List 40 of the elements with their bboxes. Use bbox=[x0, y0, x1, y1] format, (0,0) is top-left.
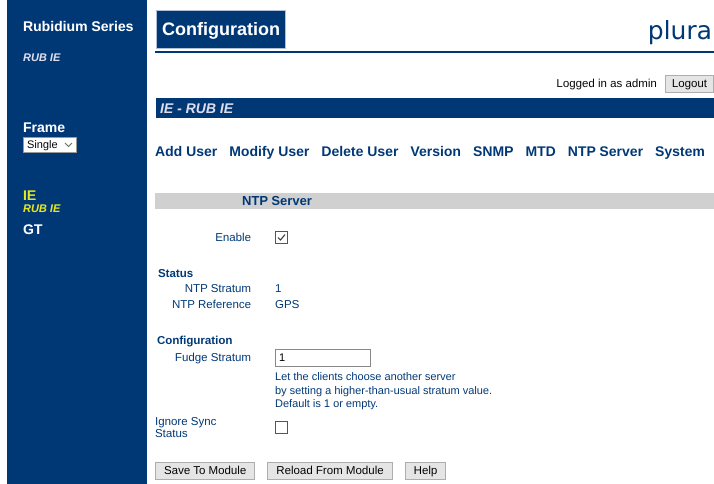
action-button[interactable]: Help bbox=[404, 462, 446, 480]
help-text: by setting a higher-than-usual stratum value. bbox=[275, 384, 492, 398]
nav-link[interactable]: System bbox=[655, 143, 705, 159]
configuration-heading: Configuration bbox=[157, 335, 234, 347]
module-subtitle: RUB IE bbox=[23, 203, 62, 215]
field-label: Enable bbox=[215, 232, 251, 244]
fudge-stratum-field[interactable]: 1 bbox=[275, 349, 371, 367]
action-button[interactable]: Reload From Module bbox=[267, 462, 393, 480]
login-status: Logged in as admin bbox=[556, 78, 657, 90]
field-label: NTP Stratum bbox=[184, 283, 251, 295]
series-subtitle: RUB IE bbox=[23, 52, 62, 64]
frame-select[interactable]: Single bbox=[23, 137, 77, 153]
status-heading: Status bbox=[158, 268, 194, 280]
nav-link[interactable]: Delete User bbox=[321, 143, 398, 159]
nav-link[interactable]: MTD bbox=[525, 143, 556, 159]
nav-link[interactable]: Version bbox=[410, 143, 461, 159]
nav-link[interactable]: SNMP bbox=[473, 143, 514, 159]
module-link[interactable]: GT bbox=[23, 221, 147, 237]
nav-link[interactable]: Modify User bbox=[229, 143, 310, 159]
field-label: Fudge Stratum bbox=[174, 352, 251, 364]
module-banner: IE - RUB IE bbox=[156, 98, 714, 118]
field-value: 1 bbox=[275, 283, 282, 295]
chevron-icon bbox=[64, 142, 73, 148]
page-title: Configuration bbox=[156, 10, 286, 49]
logo: plura bbox=[648, 16, 712, 45]
nav-link[interactable]: Add User bbox=[155, 143, 218, 159]
field-label: NTP Reference bbox=[172, 299, 251, 311]
ignore-sync-checkbox[interactable] bbox=[275, 421, 288, 434]
nav-link[interactable]: NTP Server bbox=[568, 143, 644, 159]
enable-checkbox[interactable] bbox=[275, 231, 288, 244]
frame-label: Frame bbox=[23, 119, 66, 135]
section-header: NTP Server bbox=[155, 193, 714, 209]
help-text: Default is 1 or empty. bbox=[275, 398, 380, 412]
module-link[interactable]: IE bbox=[23, 187, 147, 203]
field-label: Ignore Sync Status bbox=[155, 416, 218, 440]
field-value: GPS bbox=[275, 299, 300, 311]
logout-button[interactable]: Logout bbox=[664, 75, 714, 93]
action-button[interactable]: Save To Module bbox=[155, 462, 256, 480]
help-text: Let the clients choose another server bbox=[275, 371, 456, 384]
series-title: Rubidium Series bbox=[23, 18, 134, 34]
